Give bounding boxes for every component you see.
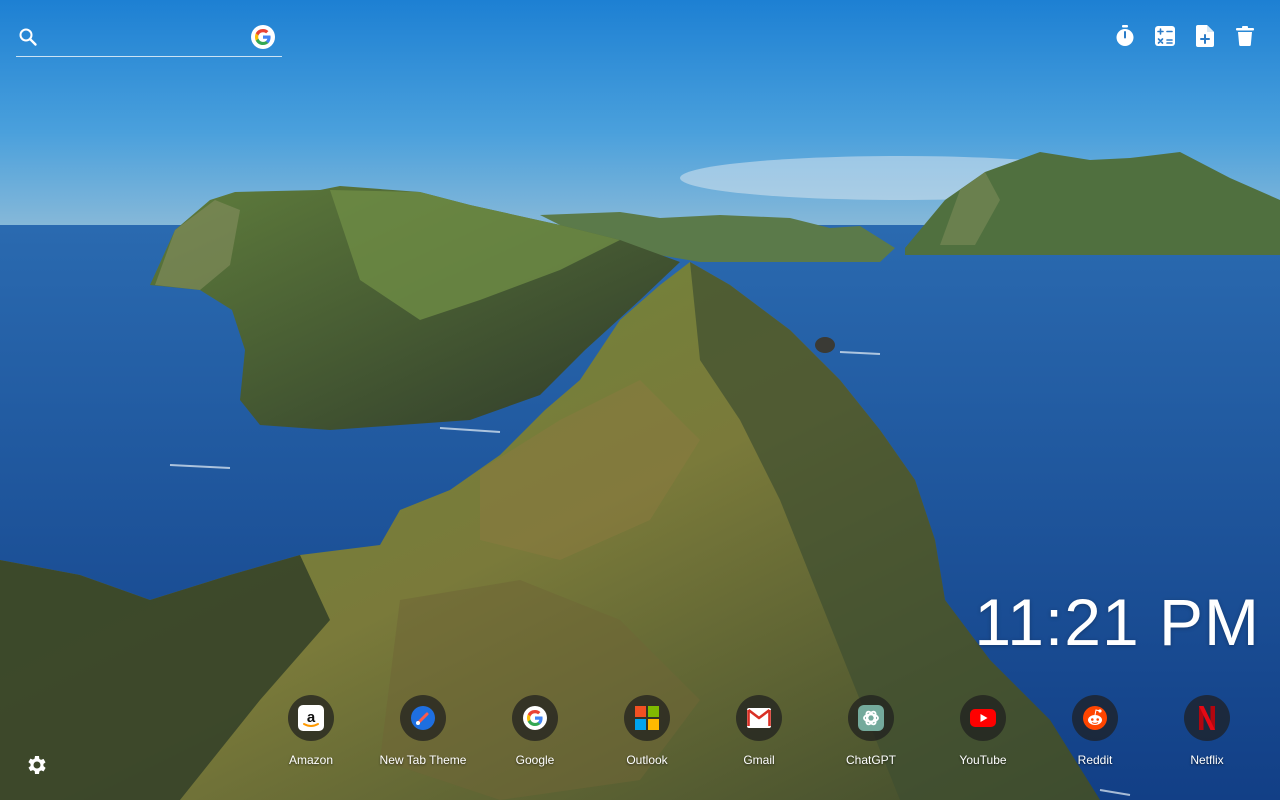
- search-icon[interactable]: [18, 27, 38, 47]
- stopwatch-button[interactable]: [1114, 24, 1136, 48]
- shortcut-label: Outlook: [626, 753, 668, 767]
- trash-button[interactable]: [1234, 24, 1256, 48]
- clock-time: 11:21 PM: [974, 585, 1260, 659]
- shortcut-label: ChatGPT: [845, 753, 896, 767]
- shortcut-label: Reddit: [1077, 753, 1113, 767]
- new-file-icon: [1196, 25, 1214, 47]
- wallpaper-landscape: [0, 0, 1280, 800]
- search-bar: [16, 20, 282, 57]
- settings-button[interactable]: [24, 753, 48, 777]
- calculator-icon: [1155, 26, 1175, 46]
- chatgpt-icon: [858, 705, 884, 731]
- shortcut-label: New Tab Theme: [379, 753, 467, 767]
- shortcut-label: Gmail: [743, 753, 775, 767]
- shortcut-google[interactable]: Google: [479, 695, 591, 767]
- google-g-icon: [255, 29, 271, 45]
- shortcut-new-tab-theme[interactable]: New Tab Theme: [367, 695, 479, 767]
- gmail-icon: [747, 708, 771, 728]
- search-input[interactable]: [48, 26, 252, 50]
- shortcut-reddit[interactable]: Reddit: [1039, 695, 1151, 767]
- calculator-button[interactable]: [1154, 24, 1176, 48]
- new-note-button[interactable]: [1194, 24, 1216, 48]
- shortcut-label: Netflix: [1190, 753, 1224, 767]
- shortcut-dock: a Amazon New Tab Theme Google Outlook Gm…: [0, 695, 1280, 775]
- shortcut-chatgpt[interactable]: ChatGPT: [815, 695, 927, 767]
- new-tab-theme-icon: [411, 706, 435, 730]
- shortcut-outlook[interactable]: Outlook: [591, 695, 703, 767]
- shortcut-label: YouTube: [959, 753, 1007, 767]
- google-search-engine-button[interactable]: [251, 25, 275, 49]
- google-icon: [523, 706, 547, 730]
- shortcut-youtube[interactable]: YouTube: [927, 695, 1039, 767]
- toolbar: [1114, 24, 1256, 48]
- svg-text:a: a: [307, 709, 316, 726]
- amazon-icon: a: [298, 705, 324, 731]
- youtube-icon: [970, 709, 996, 727]
- stopwatch-icon: [1116, 25, 1134, 46]
- shortcut-label: Amazon: [288, 753, 334, 767]
- shortcut-netflix[interactable]: Netflix: [1151, 695, 1263, 767]
- shortcut-gmail[interactable]: Gmail: [703, 695, 815, 767]
- reddit-icon: [1083, 706, 1107, 730]
- shortcut-amazon[interactable]: a Amazon: [255, 695, 367, 767]
- gear-icon: [28, 756, 46, 774]
- shortcut-label: Google: [515, 753, 555, 767]
- netflix-icon: [1199, 706, 1215, 730]
- outlook-icon: [635, 706, 659, 730]
- trash-icon: [1236, 26, 1254, 46]
